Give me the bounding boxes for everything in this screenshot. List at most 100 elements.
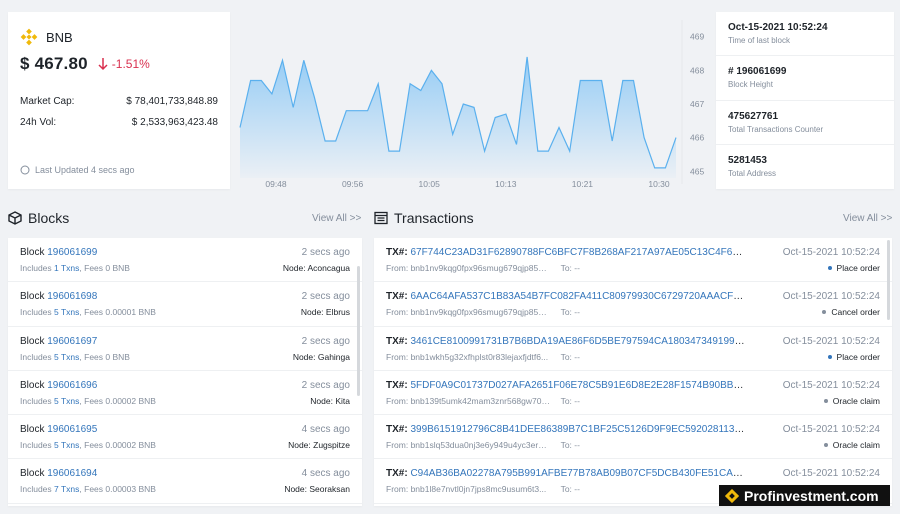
tx-to: To: -- (560, 395, 580, 406)
coin-header: BNB (20, 28, 218, 46)
block-age: 2 secs ago (301, 335, 350, 347)
volume-label: 24h Vol: (20, 117, 57, 128)
block-txns-link[interactable]: 5 Txns (54, 396, 79, 406)
transaction-row[interactable]: TX#: 399B6151912796C8B41DEE86389B7C1BF25… (374, 415, 892, 460)
tx-from-label: From: (386, 263, 409, 273)
tx-from-address[interactable]: bnb1l8e7nvtl0jn7jps8mc9usum6t3... (411, 484, 551, 494)
blocks-scrollbar[interactable] (357, 266, 360, 396)
tx-hash-link[interactable]: 3461CE8100991731B7B6BDA19AE86F6D5BE79759… (410, 336, 746, 347)
coin-price: $ 467.80 (20, 54, 88, 73)
transactions-view-all-link[interactable]: View All >> (843, 213, 892, 224)
tx-type-dot-icon (823, 398, 828, 403)
blocks-view-all-link[interactable]: View All >> (312, 213, 361, 224)
x-tick-label: 10:05 (419, 179, 441, 189)
tx-from-address[interactable]: bnb1slq53dua0nj3e6y949u4yc3erus... (411, 440, 551, 450)
tx-type: Place order (827, 263, 880, 273)
x-tick-label: 10:13 (495, 179, 517, 189)
transaction-row[interactable]: TX#: 5FDF0A9C01737D027AFA2651F06E78C5B91… (374, 371, 892, 416)
block-prefix: Block (20, 468, 45, 480)
refresh-icon[interactable] (20, 165, 30, 175)
tx-hash-link[interactable]: C94AB36BA02278A795B991AFBE77B78AB09B07CF… (410, 468, 746, 479)
block-node: Node: Elbrus (300, 307, 350, 318)
tx-time: Oct-15-2021 10:52:24 (782, 424, 880, 436)
block-fees: , Fees 0.00002 BNB (79, 440, 156, 451)
transactions-scrollbar[interactable] (887, 240, 890, 320)
tx-type: Oracle claim (823, 395, 880, 406)
price-chart: 465 466 467 468 469 09:48 09:56 10:05 10:13 10:21… (236, 20, 710, 192)
tx-type-label: Oracle claim (832, 395, 880, 406)
block-number-link[interactable]: 196061699 (47, 247, 97, 258)
price-chart-svg: 465 466 467 468 469 09:48 09:56 10:05 10:13 10:21… (239, 20, 704, 189)
block-includes: Includes (20, 395, 52, 406)
block-fees: , Fees 0 BNB (79, 351, 130, 362)
block-row[interactable]: Block 196061697 2 secs ago Includes 5 Txns… (8, 327, 362, 371)
block-node: Node: Seoraksan (284, 484, 350, 495)
block-age: 4 secs ago (301, 468, 350, 480)
bnb-logo-icon (20, 28, 38, 46)
tx-type-label: Cancel order (831, 307, 880, 318)
block-row[interactable]: Block 196061699 2 secs ago Includes 1 Txns… (8, 238, 362, 283)
block-row[interactable]: Block 196061696 2 secs ago Includes 5 Txns… (8, 371, 362, 416)
info-value: 475627761 (728, 110, 779, 122)
info-block-height: # 196061699 Block Height (716, 56, 894, 101)
tx-hash-link[interactable]: 6AAC64AFA537C1B83A54B7FC082FA411C8097993… (410, 291, 746, 302)
info-label: Total Transactions Counter (728, 124, 824, 134)
tx-from-address[interactable]: bnb139t5umk42mam3znr568gw706... (411, 396, 551, 406)
tx-hash-link[interactable]: 5FDF0A9C01737D027AFA2651F06E78C5B91E6D8E… (410, 380, 746, 391)
block-number-link[interactable]: 196061695 (47, 424, 97, 435)
block-txns-link[interactable]: 5 Txns (54, 307, 79, 317)
block-number-link[interactable]: 196061696 (47, 380, 97, 391)
market-cap-label: Market Cap: (20, 96, 75, 107)
block-txns-link[interactable]: 5 Txns (54, 352, 79, 362)
transaction-row[interactable]: TX#: 3461CE8100991731B7B6BDA19AE86F6D5BE… (374, 327, 892, 371)
block-txns-link[interactable]: 5 Txns (54, 440, 79, 450)
tx-from-label: From: (386, 440, 409, 451)
block-number-link[interactable]: 196061694 (47, 468, 97, 479)
tx-time: Oct-15-2021 10:52:24 (782, 247, 880, 258)
block-node: Node: Zugspitze (288, 440, 350, 451)
info-value: # 196061699 (728, 66, 787, 78)
block-row[interactable]: Block 196061694 4 secs ago Includes 7 Txns… (8, 459, 362, 504)
tx-to: To: -- (560, 484, 580, 495)
tx-hash-link[interactable]: 67F744C23AD31F62890788FC6BFC7F8B268AF217… (410, 247, 746, 258)
transactions-list: TX#: 67F744C23AD31F62890788FC6BFC7F8B268… (374, 238, 892, 506)
tx-time: Oct-15-2021 10:52:24 (782, 291, 880, 303)
x-tick-label: 10:30 (648, 179, 670, 189)
tx-from-address[interactable]: bnb1nv9kqg0fpx96smug679qjp85sj... (411, 307, 551, 317)
block-row[interactable]: Block 196061698 2 secs ago Includes 5 Txns… (8, 282, 362, 327)
block-number-link[interactable]: 196061698 (47, 291, 97, 302)
transaction-row[interactable]: TX#: 6AAC64AFA537C1B83A54B7FC082FA411C80… (374, 282, 892, 327)
info-value: Oct-15-2021 10:52:24 (728, 22, 828, 33)
tx-type-dot-icon (827, 266, 832, 270)
tx-prefix: TX#: (386, 468, 408, 480)
tx-prefix: TX#: (386, 335, 408, 347)
block-txns-link[interactable]: 7 Txns (54, 484, 79, 494)
tx-from-address[interactable]: bnb1wkh5g32xfhplst0r83lejaxfjdtf6... (411, 352, 551, 362)
block-includes: Includes (20, 351, 52, 362)
tx-from-address[interactable]: bnb1nv9kqg0fpx96smug679qjp85sj... (411, 263, 551, 273)
block-includes: Includes (20, 440, 52, 451)
transactions-title: Transactions (394, 210, 474, 226)
tx-type: Oracle claim (823, 440, 880, 450)
block-txns-link[interactable]: 1 Txns (54, 263, 79, 273)
block-row[interactable]: Block 196061695 4 secs ago Includes 5 Txns… (8, 415, 362, 460)
x-tick-label: 09:56 (342, 179, 364, 189)
block-prefix: Block (20, 291, 45, 303)
block-age: 2 secs ago (301, 247, 350, 258)
block-number-link[interactable]: 196061697 (47, 336, 97, 347)
x-tick-label: 09:48 (265, 179, 287, 189)
transaction-row[interactable]: TX#: 67F744C23AD31F62890788FC6BFC7F8B268… (374, 238, 892, 283)
blocks-title: Blocks (28, 210, 70, 226)
tx-hash-link[interactable]: 399B6151912796C8B41DEE86389B7C1BF25C5126… (410, 424, 746, 435)
price-change-value: -1.51% (111, 57, 150, 71)
tx-type-label: Place order (836, 263, 880, 273)
y-tick-label: 467 (690, 99, 704, 109)
price-card: BNB $ 467.80 -1.51% Market Cap: $ 78,401… (8, 12, 230, 189)
block-age: 2 secs ago (301, 291, 350, 303)
block-includes: Includes (20, 263, 52, 273)
y-tick-label: 469 (690, 32, 704, 42)
volume-value: $ 2,533,963,423.48 (131, 117, 218, 128)
y-tick-label: 465 (690, 166, 704, 176)
coin-name: BNB (46, 29, 73, 45)
tx-to: To: -- (560, 351, 580, 362)
